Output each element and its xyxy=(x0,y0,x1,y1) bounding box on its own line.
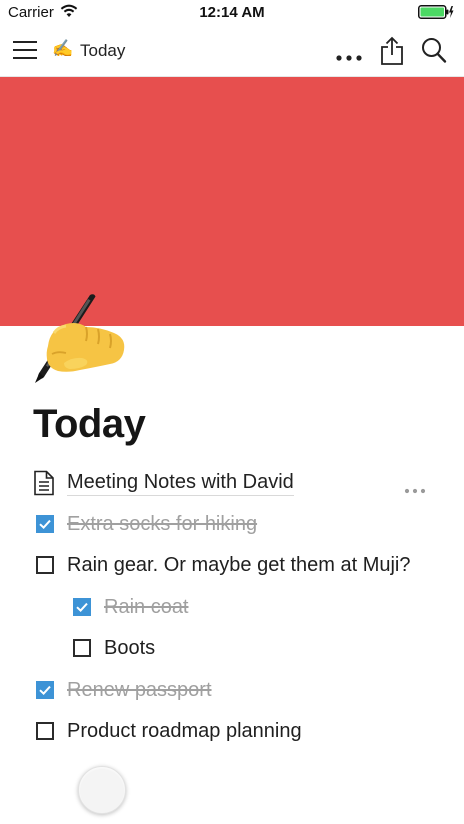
todo-label[interactable]: Boots xyxy=(104,637,155,660)
page-cover[interactable] xyxy=(0,77,464,326)
checkbox-unchecked[interactable] xyxy=(73,639,91,657)
status-bar: Carrier 12:14 AM xyxy=(0,0,464,26)
writing-hand-icon[interactable] xyxy=(28,291,128,386)
more-icon[interactable] xyxy=(336,48,362,66)
page-emoji-icon: ✍️ xyxy=(52,39,74,58)
todo-item: Rain coat xyxy=(73,593,443,623)
checkbox-checked[interactable] xyxy=(36,681,54,699)
todo-label[interactable]: Extra socks for hiking xyxy=(67,513,257,536)
todo-item: Renew passport xyxy=(36,676,436,706)
add-block-button[interactable] xyxy=(78,766,126,814)
todo-item: Boots xyxy=(73,634,443,664)
search-icon[interactable] xyxy=(421,37,447,70)
checkbox-checked[interactable] xyxy=(73,598,91,616)
row-more-icon[interactable] xyxy=(404,481,426,499)
todo-item: Rain gear. Or maybe get them at Muji? xyxy=(36,551,456,581)
checkbox-checked[interactable] xyxy=(36,515,54,533)
battery-icon xyxy=(418,5,454,23)
todo-label[interactable]: Renew passport xyxy=(67,679,212,702)
page-link-label[interactable]: Meeting Notes with David xyxy=(67,471,294,496)
share-icon[interactable] xyxy=(380,36,404,71)
todo-item: Extra socks for hiking xyxy=(36,510,436,540)
document-icon xyxy=(33,470,55,501)
nav-bar: ✍️ Today xyxy=(0,26,464,77)
checkbox-unchecked[interactable] xyxy=(36,556,54,574)
todo-item: Product roadmap planning xyxy=(36,717,436,747)
checkbox-unchecked[interactable] xyxy=(36,722,54,740)
nav-page-title[interactable]: Today xyxy=(80,41,125,61)
todo-label[interactable]: Product roadmap planning xyxy=(67,720,302,743)
todo-label[interactable]: Rain coat xyxy=(104,596,189,619)
clock: 12:14 AM xyxy=(199,4,265,21)
todo-label[interactable]: Rain gear. Or maybe get them at Muji? xyxy=(67,554,411,577)
page-link-row[interactable]: Meeting Notes with David xyxy=(33,468,433,498)
menu-icon[interactable] xyxy=(12,38,38,67)
page-title[interactable]: Today xyxy=(33,402,146,447)
